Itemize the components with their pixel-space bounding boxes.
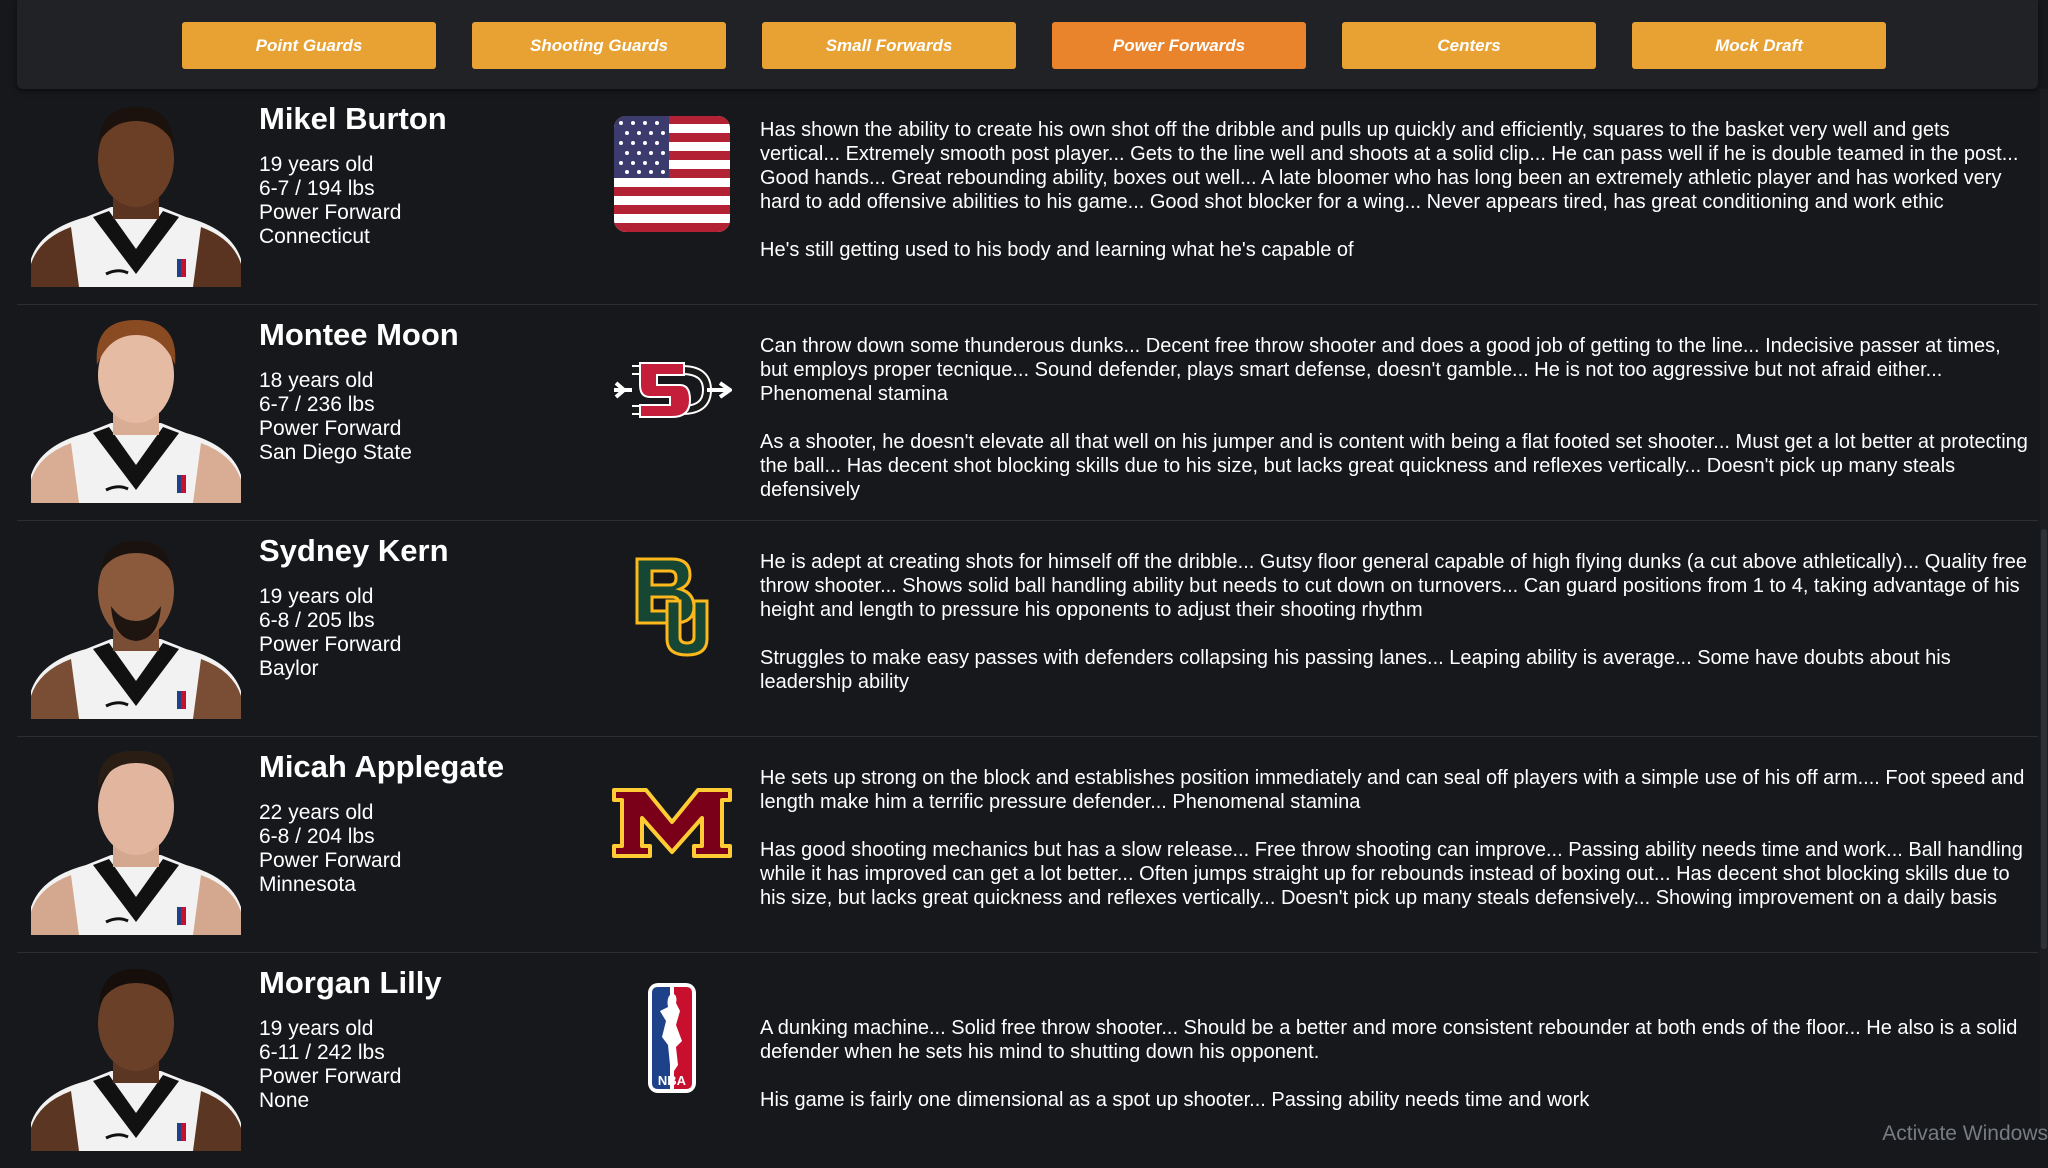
nba-logo-text: NBA <box>658 1073 687 1088</box>
prospect-row[interactable]: Sydney Kern 19 years old 6-8 / 205 lbs P… <box>17 521 2038 737</box>
player-name: Micah Applegate <box>259 749 505 784</box>
player-school: None <box>259 1089 310 1112</box>
baylor-logo-icon <box>607 541 737 671</box>
strengths-text: He sets up strong on the block and estab… <box>760 767 2025 813</box>
player-name: Morgan Lilly <box>259 965 442 1000</box>
player-school: San Diego State <box>259 441 412 464</box>
player-position: Power Forward <box>259 417 402 440</box>
player-size: 6-7 / 194 lbs <box>259 177 375 200</box>
player-size: 6-7 / 236 lbs <box>259 393 375 416</box>
strengths-text: He is adept at creating shots for himsel… <box>760 551 2027 621</box>
prospect-row[interactable]: Morgan Lilly 19 years old 6-11 / 242 lbs… <box>17 953 2038 1168</box>
scouting-report: He is adept at creating shots for himsel… <box>760 550 2030 718</box>
minnesota-logo-icon <box>607 757 737 887</box>
player-name: Montee Moon <box>259 317 459 352</box>
strengths-text: Has shown the ability to create his own … <box>760 119 2019 213</box>
player-school: Connecticut <box>259 225 370 248</box>
player-portrait <box>31 320 241 503</box>
nba-logo-icon: NBA <box>607 973 737 1103</box>
strengths-text: Can throw down some thunderous dunks... … <box>760 335 2001 405</box>
player-info: Morgan Lilly 19 years old 6-11 / 242 lbs… <box>259 963 589 1113</box>
weaknesses-text: He's still getting used to his body and … <box>760 239 1354 261</box>
player-age: 19 years old <box>259 153 374 176</box>
tab-mock-draft[interactable]: Mock Draft <box>1632 22 1886 69</box>
player-info: Micah Applegate 22 years old 6-8 / 204 l… <box>259 747 589 897</box>
weaknesses-text: Has good shooting mechanics but has a sl… <box>760 839 2023 909</box>
weaknesses-text: As a shooter, he doesn't elevate all tha… <box>760 431 2028 501</box>
usa-flag-icon <box>607 109 737 239</box>
scrollbar-thumb[interactable] <box>2041 529 2047 949</box>
player-portrait <box>31 750 241 935</box>
player-size: 6-11 / 242 lbs <box>259 1041 385 1064</box>
player-position: Power Forward <box>259 849 402 872</box>
player-size: 6-8 / 205 lbs <box>259 609 375 632</box>
player-school: Baylor <box>259 657 319 680</box>
player-position: Power Forward <box>259 633 402 656</box>
weaknesses-text: Struggles to make easy passes with defen… <box>760 647 1951 693</box>
tab-power-forwards[interactable]: Power Forwards <box>1052 22 1306 69</box>
tab-point-guards[interactable]: Point Guards <box>182 22 436 69</box>
player-age: 22 years old <box>259 801 374 824</box>
player-portrait <box>31 107 241 287</box>
weaknesses-text: His game is fairly one dimensional as a … <box>760 1089 1590 1111</box>
player-school: Minnesota <box>259 873 356 896</box>
tab-shooting-guards[interactable]: Shooting Guards <box>472 22 726 69</box>
player-portrait <box>31 541 241 719</box>
player-age: 18 years old <box>259 369 374 392</box>
tab-centers[interactable]: Centers <box>1342 22 1596 69</box>
prospect-row[interactable]: Micah Applegate 22 years old 6-8 / 204 l… <box>17 737 2038 953</box>
scouting-report: Can throw down some thunderous dunks... … <box>760 334 2030 526</box>
player-position: Power Forward <box>259 1065 402 1088</box>
prospect-row[interactable]: Montee Moon 18 years old 6-7 / 236 lbs P… <box>17 305 2038 521</box>
tab-small-forwards[interactable]: Small Forwards <box>762 22 1016 69</box>
scouting-report: A dunking machine... Solid free throw sh… <box>760 1016 2030 1136</box>
san-diego-state-logo-icon <box>607 325 737 455</box>
prospect-row[interactable]: Mikel Burton 19 years old 6-7 / 194 lbs … <box>17 89 2038 305</box>
player-info: Mikel Burton 19 years old 6-7 / 194 lbs … <box>259 99 589 249</box>
prospect-list: Mikel Burton 19 years old 6-7 / 194 lbs … <box>17 89 2038 1168</box>
player-name: Sydney Kern <box>259 533 449 568</box>
scouting-report: Has shown the ability to create his own … <box>760 118 2030 286</box>
player-age: 19 years old <box>259 1017 374 1040</box>
strengths-text: A dunking machine... Solid free throw sh… <box>760 1017 2018 1063</box>
player-position: Power Forward <box>259 201 402 224</box>
player-info: Montee Moon 18 years old 6-7 / 236 lbs P… <box>259 315 589 465</box>
activate-windows-watermark: Activate Windows <box>1882 1122 2048 1145</box>
position-nav-bar: Point Guards Shooting Guards Small Forwa… <box>17 0 2038 89</box>
player-info: Sydney Kern 19 years old 6-8 / 205 lbs P… <box>259 531 589 681</box>
scouting-report: He sets up strong on the block and estab… <box>760 766 2030 934</box>
player-portrait <box>31 969 241 1151</box>
player-size: 6-8 / 204 lbs <box>259 825 375 848</box>
scrollbar[interactable] <box>2040 89 2048 1139</box>
player-age: 19 years old <box>259 585 374 608</box>
player-name: Mikel Burton <box>259 101 447 136</box>
